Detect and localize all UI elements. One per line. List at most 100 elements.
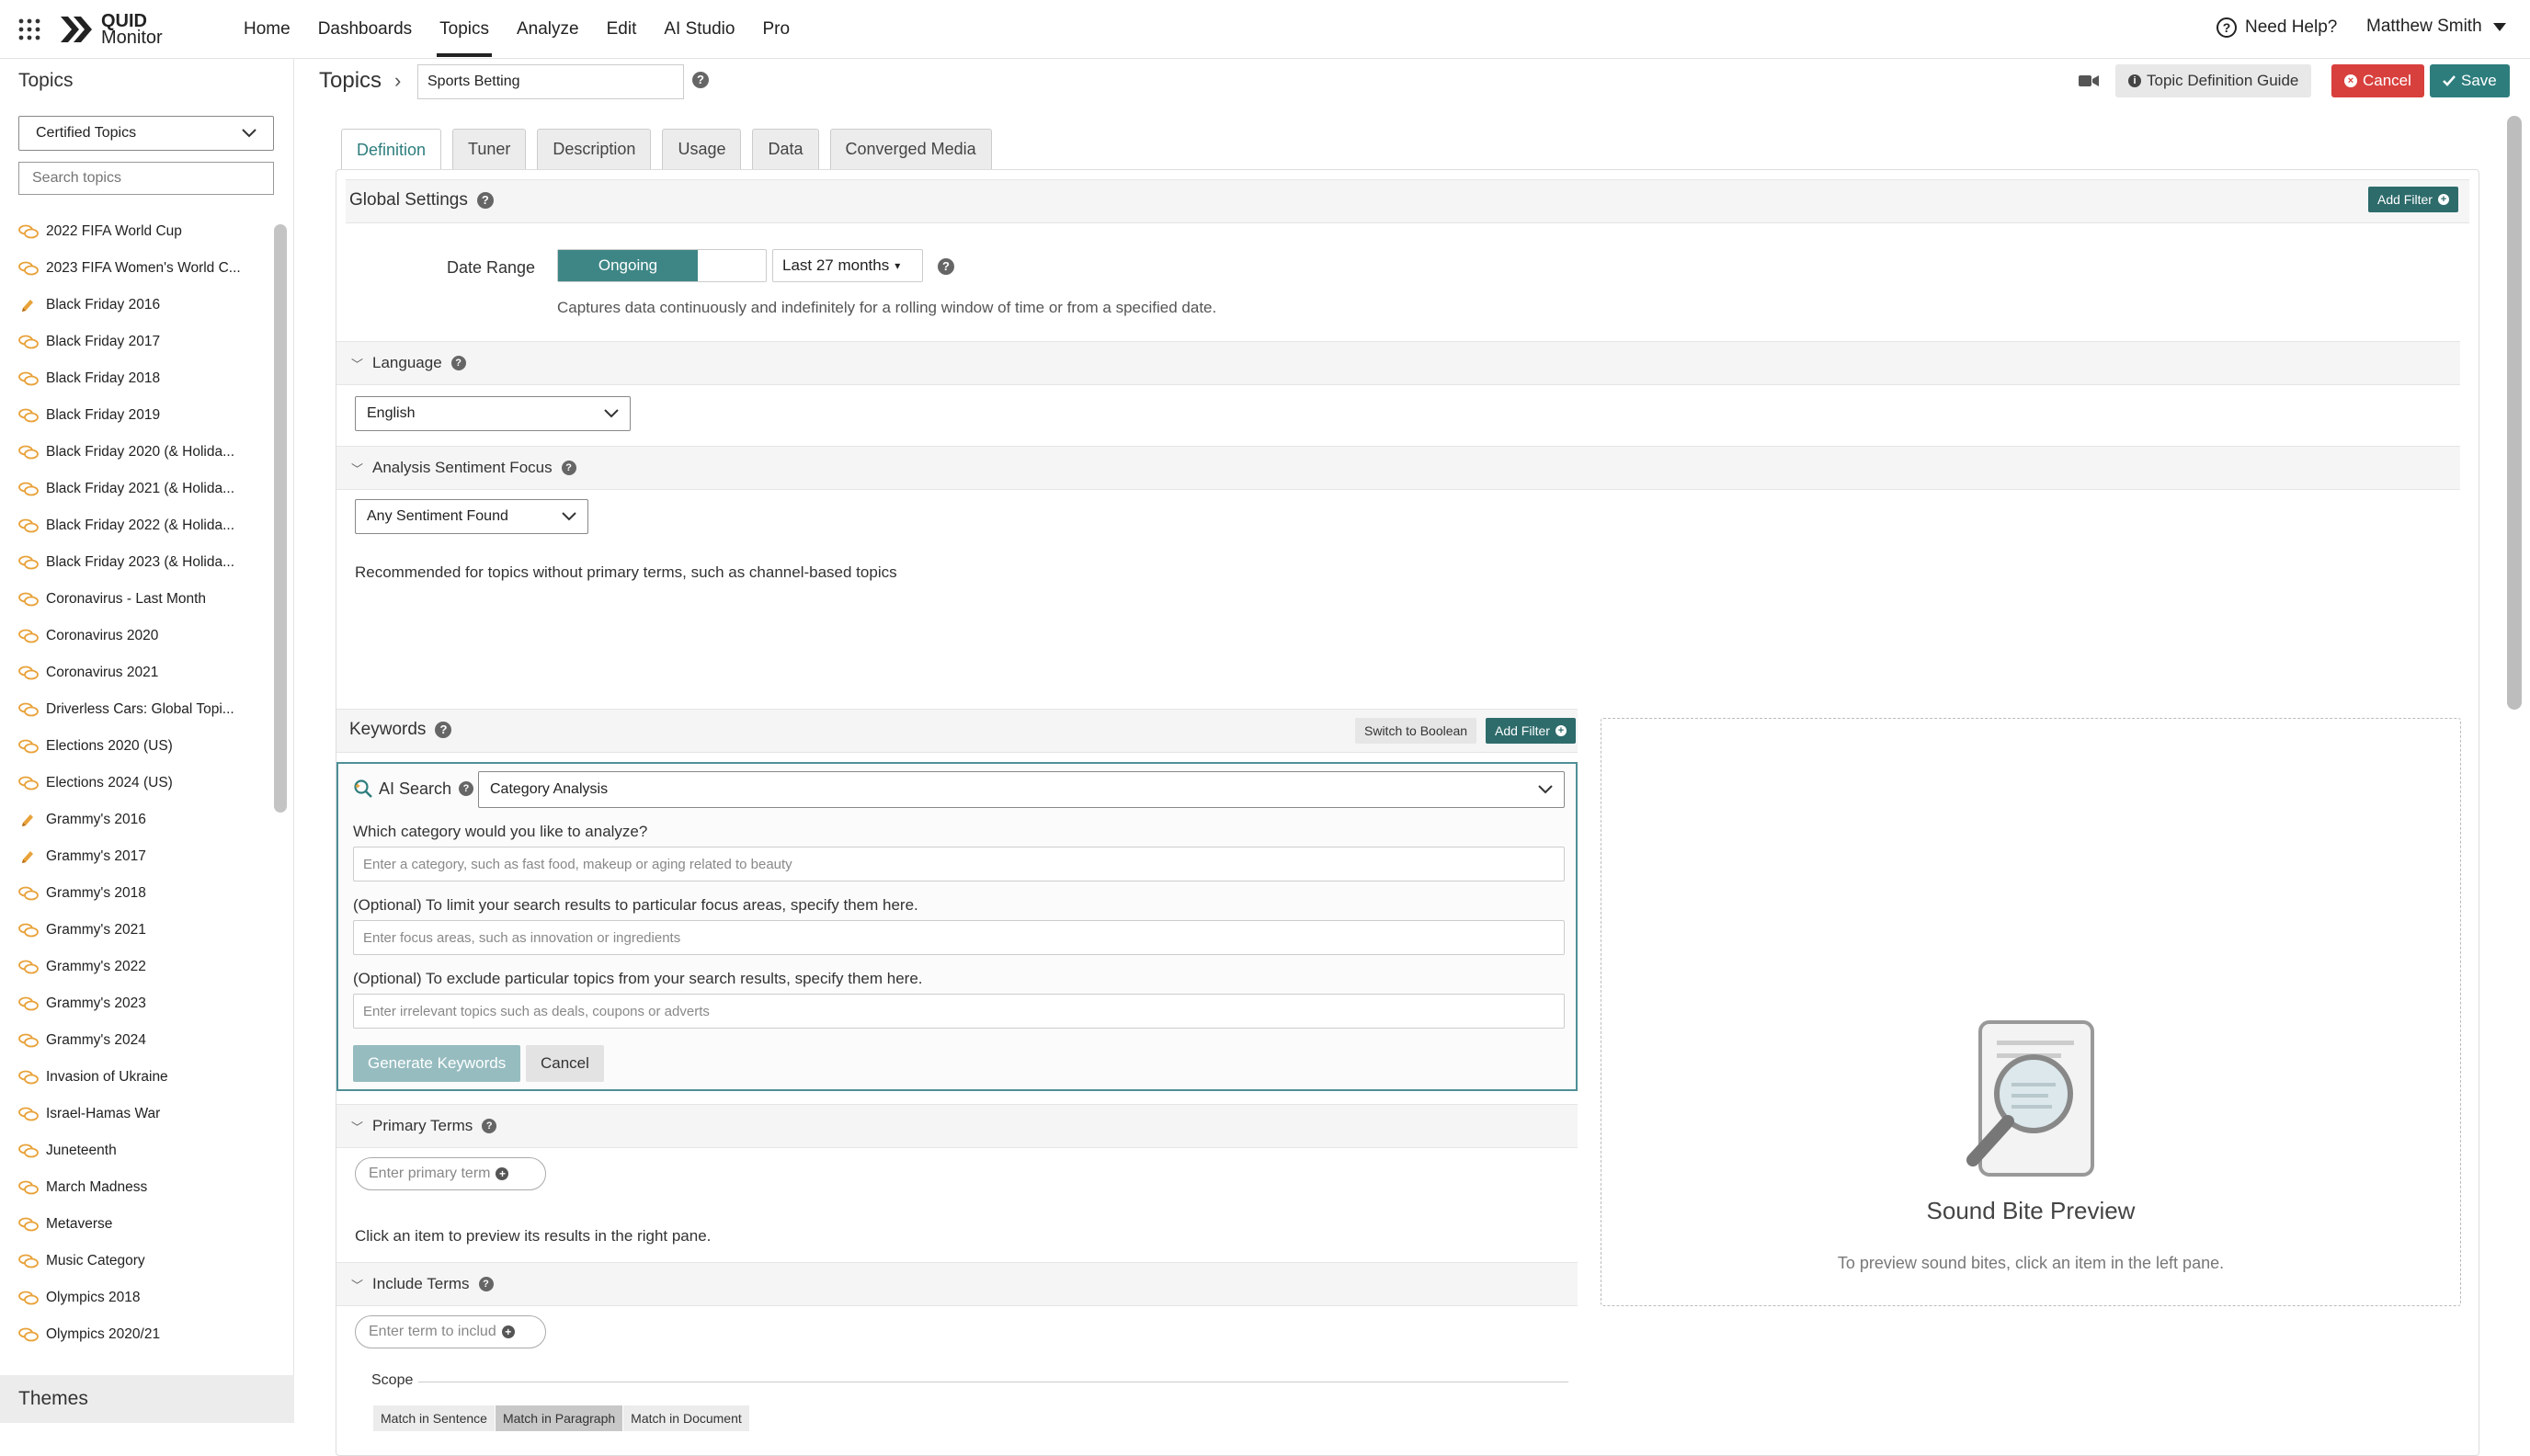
topic-filter-select[interactable]: Certified Topics: [18, 116, 274, 151]
nav-ai-studio[interactable]: AI Studio: [650, 0, 748, 59]
need-help-link[interactable]: ? Need Help?: [2216, 17, 2337, 39]
tab-definition[interactable]: Definition: [341, 129, 442, 171]
exclude-topics-input[interactable]: Enter irrelevant topics such as deals, c…: [353, 994, 1565, 1029]
tab-tuner[interactable]: Tuner: [452, 129, 527, 169]
keywords-add-filter-button[interactable]: Add Filter +: [1486, 718, 1576, 744]
sidebar-topic-item[interactable]: Grammy's 2024: [0, 1022, 272, 1059]
sidebar-topic-item[interactable]: Grammy's 2017: [0, 838, 272, 875]
sidebar-topic-item[interactable]: Israel-Hamas War: [0, 1096, 272, 1132]
cancel-button[interactable]: × Cancel: [2331, 64, 2424, 97]
sidebar-topic-item[interactable]: Black Friday 2021 (& Holida...: [0, 471, 272, 507]
sidebar-topic-item[interactable]: 2022 FIFA World Cup: [0, 213, 272, 250]
user-menu[interactable]: Matthew Smith: [2366, 17, 2506, 37]
video-camera-icon[interactable]: [2079, 74, 2099, 88]
include-terms-header[interactable]: ﹀ Include Terms ?: [351, 1275, 494, 1293]
topic-name-input[interactable]: Sports Betting: [417, 64, 684, 99]
tab-data[interactable]: Data: [752, 129, 819, 169]
nav-edit[interactable]: Edit: [593, 0, 651, 59]
tab-description[interactable]: Description: [537, 129, 652, 169]
sidebar-topic-label: Black Friday 2016: [46, 297, 161, 313]
sidebar-topic-item[interactable]: Music Category: [0, 1243, 272, 1280]
date-window-select[interactable]: Last 27 months ▾: [772, 249, 923, 282]
sidebar-topic-label: Grammy's 2022: [46, 959, 146, 974]
help-question-icon[interactable]: ?: [561, 461, 576, 475]
primary-terms-header[interactable]: ﹀ Primary Terms ?: [351, 1117, 497, 1135]
sidebar-topic-item[interactable]: Black Friday 2016: [0, 287, 272, 324]
help-question-icon[interactable]: ?: [482, 1119, 497, 1133]
sidebar-topic-item[interactable]: Metaverse: [0, 1206, 272, 1243]
search-topics-input[interactable]: [18, 162, 274, 195]
sidebar-topic-item[interactable]: March Madness: [0, 1169, 272, 1206]
sidebar-topic-item[interactable]: Juneteenth: [0, 1132, 272, 1169]
sidebar-topic-item[interactable]: Olympics 2024: [0, 1353, 272, 1359]
sidebar-topic-item[interactable]: Black Friday 2017: [0, 324, 272, 360]
nav-home[interactable]: Home: [230, 0, 304, 59]
sidebar-topic-item[interactable]: Black Friday 2022 (& Holida...: [0, 507, 272, 544]
scope-options: Match in Sentence Match in Paragraph Mat…: [373, 1405, 750, 1431]
sidebar-topic-item[interactable]: Grammy's 2023: [0, 985, 272, 1022]
chat-bubbles-icon: [18, 482, 39, 496]
nav-dashboards[interactable]: Dashboards: [304, 0, 426, 59]
main-scrollbar[interactable]: [2507, 116, 2522, 710]
sidebar-topic-item[interactable]: Invasion of Ukraine: [0, 1059, 272, 1096]
primary-term-input[interactable]: Enter primary term +: [355, 1157, 546, 1190]
sidebar-topic-item[interactable]: Olympics 2018: [0, 1280, 272, 1316]
date-range-toggle[interactable]: Ongoing: [557, 249, 767, 282]
ai-cancel-button[interactable]: Cancel: [526, 1045, 604, 1082]
sidebar-topic-item[interactable]: Coronavirus 2020: [0, 618, 272, 654]
sidebar-topic-item[interactable]: Grammy's 2022: [0, 949, 272, 985]
plus-circle-icon[interactable]: +: [496, 1167, 509, 1180]
sidebar-topic-item[interactable]: Grammy's 2018: [0, 875, 272, 912]
sidebar-topic-item[interactable]: Black Friday 2019: [0, 397, 272, 434]
ai-mode-select[interactable]: Category Analysis: [478, 771, 1565, 808]
scope-paragraph-button[interactable]: Match in Paragraph: [495, 1405, 624, 1431]
help-question-icon[interactable]: ?: [435, 722, 452, 738]
quid-logo-icon: [61, 17, 92, 42]
sidebar-topic-item[interactable]: Grammy's 2021: [0, 912, 272, 949]
nav-analyze[interactable]: Analyze: [503, 0, 593, 59]
scope-sentence-button[interactable]: Match in Sentence: [373, 1405, 496, 1431]
help-question-icon[interactable]: ?: [450, 356, 466, 370]
sidebar-topic-item[interactable]: Driverless Cars: Global Topi...: [0, 691, 272, 728]
help-question-icon[interactable]: ?: [459, 781, 474, 796]
sidebar-topic-item[interactable]: Grammy's 2016: [0, 802, 272, 838]
sidebar-topic-item[interactable]: Coronavirus - Last Month: [0, 581, 272, 618]
sidebar-topic-item[interactable]: Olympics 2020/21: [0, 1316, 272, 1353]
plus-circle-icon[interactable]: +: [501, 1325, 515, 1338]
tab-usage[interactable]: Usage: [662, 129, 742, 169]
app-grid-icon[interactable]: [17, 17, 42, 42]
tab-converged-media[interactable]: Converged Media: [829, 129, 992, 169]
date-mode-ongoing[interactable]: Ongoing: [558, 250, 698, 281]
topic-definition-guide-button[interactable]: i Topic Definition Guide: [2115, 64, 2312, 97]
sidebar-topic-item[interactable]: Black Friday 2020 (& Holida...: [0, 434, 272, 471]
include-term-input[interactable]: Enter term to includ +: [355, 1315, 546, 1348]
language-select[interactable]: English: [355, 396, 631, 431]
help-question-icon[interactable]: ?: [692, 72, 709, 88]
breadcrumb-topics[interactable]: Topics: [319, 68, 382, 94]
switch-to-boolean-button[interactable]: Switch to Boolean: [1355, 718, 1477, 744]
sidebar-topic-item[interactable]: Black Friday 2023 (& Holida...: [0, 544, 272, 581]
sidebar-topic-item[interactable]: Black Friday 2018: [0, 360, 272, 397]
category-input[interactable]: Enter a category, such as fast food, mak…: [353, 847, 1565, 882]
help-question-icon[interactable]: ?: [478, 1277, 494, 1291]
help-question-icon[interactable]: ?: [476, 192, 494, 209]
sidebar-scrollbar[interactable]: [274, 224, 287, 813]
sidebar-topic-item[interactable]: Elections 2024 (US): [0, 765, 272, 802]
sentiment-header[interactable]: ﹀ Analysis Sentiment Focus ?: [351, 459, 576, 477]
sentiment-select[interactable]: Any Sentiment Found: [355, 499, 588, 534]
nav-pro[interactable]: Pro: [748, 0, 803, 59]
generate-keywords-button[interactable]: Generate Keywords: [353, 1045, 521, 1082]
nav-topics[interactable]: Topics: [426, 0, 503, 59]
language-header[interactable]: ﹀ Language ?: [351, 354, 466, 372]
help-question-icon[interactable]: ?: [938, 258, 954, 275]
sidebar-topic-item[interactable]: 2023 FIFA Women's World C...: [0, 250, 272, 287]
global-add-filter-button[interactable]: Add Filter +: [2368, 187, 2458, 212]
chat-bubbles-icon: [18, 1291, 39, 1305]
themes-section-header[interactable]: Themes: [0, 1375, 294, 1423]
quid-monitor-logo[interactable]: QUID Monitor: [59, 9, 163, 50]
scope-document-button[interactable]: Match in Document: [623, 1405, 750, 1431]
focus-areas-input[interactable]: Enter focus areas, such as innovation or…: [353, 920, 1565, 955]
sidebar-topic-item[interactable]: Coronavirus 2021: [0, 654, 272, 691]
save-button[interactable]: Save: [2430, 64, 2510, 97]
sidebar-topic-item[interactable]: Elections 2020 (US): [0, 728, 272, 765]
